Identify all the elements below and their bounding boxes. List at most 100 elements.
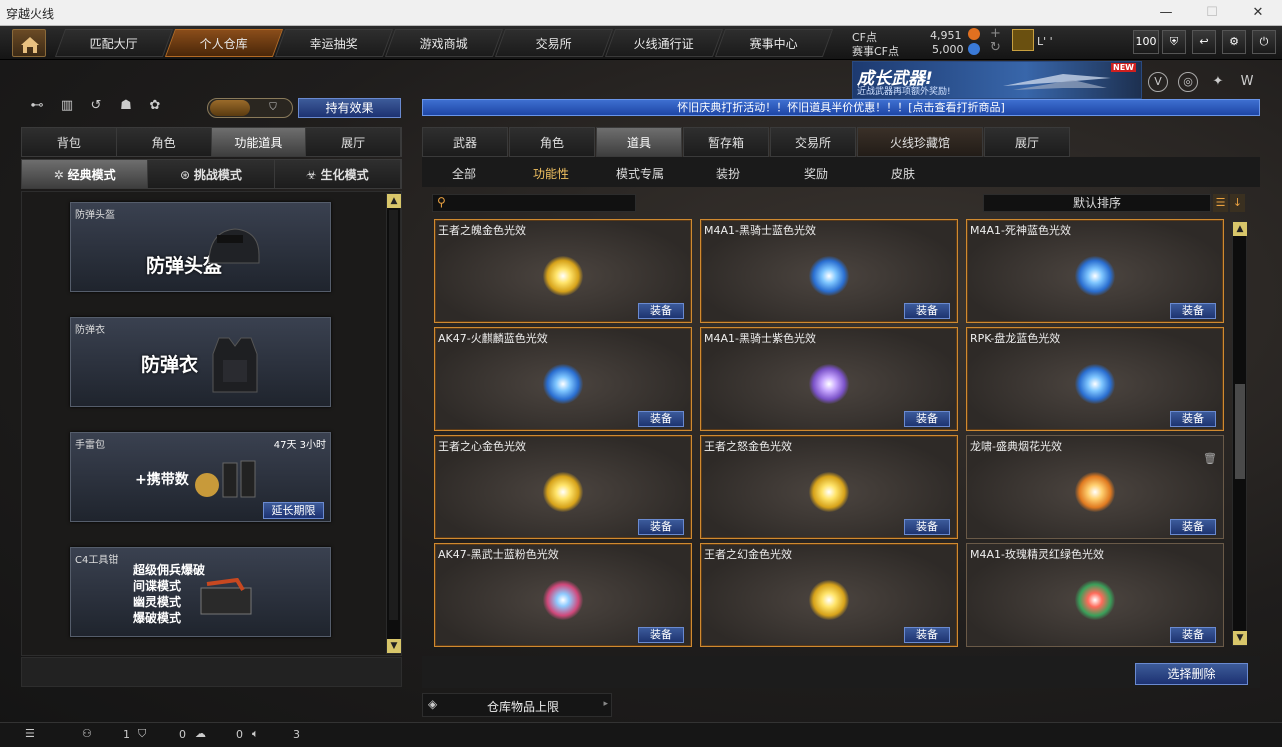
toggle-off-icon[interactable]: ⊷ — [26, 98, 48, 118]
item-card[interactable]: RPK-盘龙蓝色光效 装备 — [966, 327, 1224, 431]
helmet-card[interactable]: 防弹头盔 防弹头盔 — [70, 202, 331, 292]
equip-button[interactable]: 装备 — [638, 627, 684, 643]
category-tab[interactable]: 角色 — [116, 128, 212, 156]
equip-button[interactable]: 装备 — [1170, 519, 1216, 535]
maximize-button[interactable]: ☐ — [1189, 0, 1235, 26]
character-icon[interactable]: ☗ — [115, 98, 137, 118]
equip-button[interactable]: 装备 — [904, 411, 950, 427]
sub-tab[interactable]: 奖励 — [804, 165, 828, 182]
storage-limit-bar[interactable]: ◈ 仓库物品上限 ▸ — [422, 693, 612, 717]
rank-view-icon[interactable]: ⛉ — [256, 100, 290, 116]
mode-tab[interactable]: ⊛ 挑战模式 — [148, 160, 275, 188]
badge-v-icon[interactable]: V — [1148, 72, 1168, 92]
power-icon[interactable]: ⏻ — [1252, 30, 1276, 54]
w-logo-icon[interactable]: W — [1236, 72, 1258, 92]
inventory-tab[interactable]: 交易所 — [770, 127, 856, 157]
category-tab[interactable]: 展厅 — [306, 128, 401, 156]
sub-tab[interactable]: 装扮 — [716, 165, 740, 182]
trash-icon[interactable]: 🗑︎ — [1203, 452, 1217, 465]
view-toggle[interactable]: ⛉ — [207, 98, 293, 118]
inventory-tab[interactable]: 武器 — [422, 127, 508, 157]
category-tab[interactable]: 背包 — [22, 128, 117, 156]
item-card[interactable]: 龙啸-盛典烟花光效 装备 🗑︎ — [966, 435, 1224, 539]
effects-button[interactable]: 持有效果 — [298, 98, 401, 118]
notice-banner[interactable]: 怀旧庆典打折活动！！怀旧道具半价优惠！！！[点击查看打折商品] — [422, 99, 1260, 116]
item-card[interactable]: M4A1-黑骑士紫色光效 装备 — [700, 327, 958, 431]
minimize-button[interactable]: — — [1143, 0, 1189, 26]
inventory-tab[interactable]: 角色 — [509, 127, 595, 157]
scroll-thumb[interactable] — [1235, 384, 1245, 479]
add-cf-icon[interactable]: + — [990, 26, 1001, 41]
expand-icon[interactable]: ▸ — [603, 699, 608, 709]
nav-tab[interactable]: 个人仓库 — [164, 29, 284, 57]
item-card[interactable]: 王者之幻金色光效 装备 — [700, 543, 958, 647]
nav-tab[interactable]: 赛事中心 — [714, 29, 834, 57]
item-card[interactable]: 王者之心金色光效 装备 — [434, 435, 692, 539]
grenade-card[interactable]: 手雷包 47天 3小时 +携带数 延长期限 — [70, 432, 331, 522]
gear-icon[interactable]: ⚙ — [1222, 30, 1246, 54]
sub-tab[interactable]: 皮肤 — [891, 165, 915, 182]
item-card[interactable]: M4A1-死神蓝色光效 装备 — [966, 219, 1224, 323]
scroll-up-icon[interactable]: ▲ — [387, 194, 401, 208]
item-card[interactable]: 王者之魄金色光效 装备 — [434, 219, 692, 323]
back-icon[interactable]: ↩ — [1192, 30, 1216, 54]
mode-tab[interactable]: ☣ 生化模式 — [274, 160, 401, 188]
equip-button[interactable]: 装备 — [638, 303, 684, 319]
item-card[interactable]: M4A1-黑骑士蓝色光效 装备 — [700, 219, 958, 323]
equip-button[interactable]: 装备 — [638, 411, 684, 427]
level-badge[interactable]: 100 — [1133, 30, 1159, 54]
close-button[interactable]: ✕ — [1235, 0, 1281, 26]
nav-tab[interactable]: 游戏商城 — [384, 29, 504, 57]
equip-button[interactable]: 装备 — [638, 519, 684, 535]
clan-icon[interactable]: ⛉ — [138, 727, 146, 741]
speaker-icon[interactable]: 🔈︎ — [252, 727, 259, 741]
history-icon[interactable]: ↺ — [85, 98, 107, 118]
shield-icon[interactable]: ⛨ — [1162, 30, 1186, 54]
spark-icon[interactable]: ✦ — [1208, 72, 1228, 92]
item-card[interactable]: 王者之怒金色光效 装备 — [700, 435, 958, 539]
select-delete-button[interactable]: 选择删除 — [1135, 663, 1248, 685]
equip-button[interactable]: 装备 — [1170, 303, 1216, 319]
extend-button[interactable]: 延长期限 — [263, 502, 324, 519]
scroll-up-icon[interactable]: ▲ — [1233, 222, 1247, 236]
cf-coin-icon — [968, 28, 980, 40]
inventory-tab[interactable]: 暂存箱 — [683, 127, 769, 157]
left-scrollbar[interactable]: ▲ ▼ — [386, 193, 401, 654]
equip-button[interactable]: 装备 — [904, 303, 950, 319]
nav-tab[interactable]: 匹配大厅 — [54, 29, 174, 57]
item-card[interactable]: AK47-黑武士蓝粉色光效 装备 — [434, 543, 692, 647]
scroll-down-icon[interactable]: ▼ — [387, 639, 401, 653]
equip-button[interactable]: 装备 — [904, 627, 950, 643]
item-card[interactable]: M4A1-玫瑰精灵红绿色光效 装备 — [966, 543, 1224, 647]
inventory-tab[interactable]: 展厅 — [984, 127, 1070, 157]
promo-banner[interactable]: 成长武器! 近战武器再项额外奖励! NEW — [852, 61, 1142, 99]
equip-button[interactable]: 装备 — [1170, 411, 1216, 427]
mode-tab[interactable]: ✲ 经典模式 — [22, 160, 149, 188]
inventory-tab[interactable]: 火线珍藏馆 — [857, 127, 983, 157]
item-card[interactable]: AK47-火麒麟蓝色光效 装备 — [434, 327, 692, 431]
equip-button[interactable]: 装备 — [1170, 627, 1216, 643]
nav-tab[interactable]: 火线通行证 — [604, 29, 724, 57]
sub-tab[interactable]: 模式专属 — [616, 165, 664, 182]
home-button[interactable] — [12, 29, 46, 57]
nav-tab[interactable]: 交易所 — [494, 29, 614, 57]
equip-button[interactable]: 装备 — [904, 519, 950, 535]
nav-tab[interactable]: 幸运抽奖 — [274, 29, 394, 57]
chat-icon[interactable]: ☁ — [195, 727, 206, 740]
globe-icon[interactable]: ◎ — [1178, 72, 1198, 92]
category-tab[interactable]: 功能道具 — [211, 128, 307, 156]
friends-icon[interactable]: ⚇ — [82, 727, 92, 740]
right-scrollbar[interactable]: ▲ ▼ — [1232, 221, 1247, 646]
c4-tool-card[interactable]: C4工具钳 超级佣兵爆破 间谍模式 幽灵模式 爆破模式 — [70, 547, 331, 637]
scroll-down-icon[interactable]: ▼ — [1233, 631, 1247, 645]
inventory-tab[interactable]: 道具 — [596, 127, 682, 157]
sub-tab[interactable]: 全部 — [452, 165, 476, 182]
face-view-icon[interactable] — [210, 100, 250, 116]
sub-tab[interactable]: 功能性 — [533, 165, 569, 182]
stats-icon[interactable]: ▥ — [56, 98, 78, 118]
refresh-icon[interactable]: ↻ — [990, 40, 1001, 55]
menu-list-icon[interactable]: ☰ — [25, 727, 35, 740]
armor-card[interactable]: 防弹衣 防弹衣 — [70, 317, 331, 407]
scroll-track[interactable] — [389, 210, 398, 620]
bag-icon[interactable]: ✿ — [144, 98, 166, 118]
